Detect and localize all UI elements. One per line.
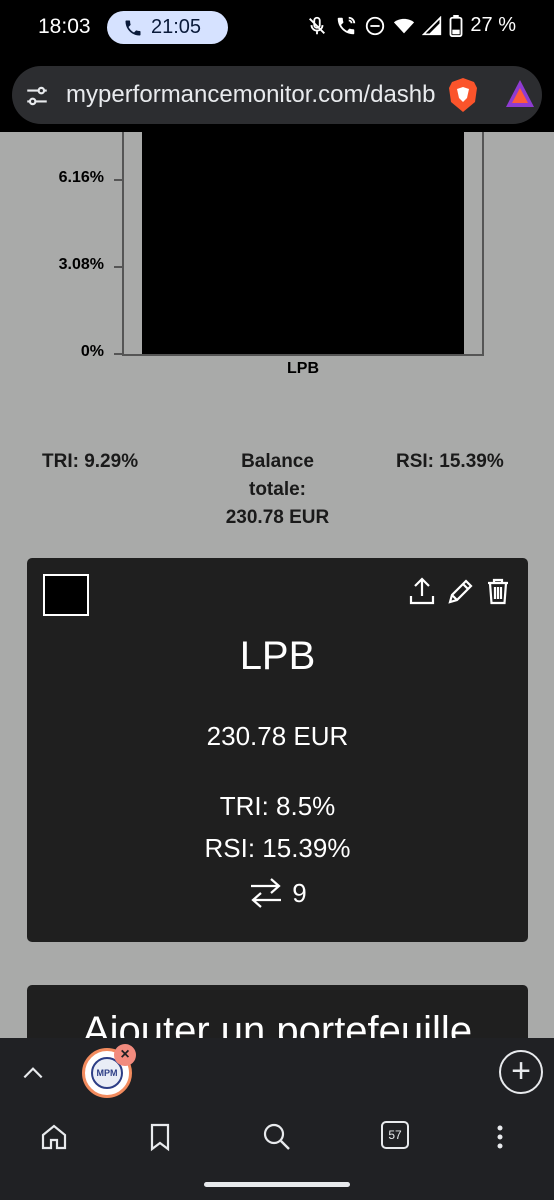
brave-rewards-icon[interactable] — [504, 78, 536, 110]
card-actions — [408, 576, 512, 606]
chevron-up-icon[interactable] — [20, 1060, 46, 1086]
pencil-icon — [448, 579, 473, 604]
tab-group-strip: MPM × + — [0, 1038, 554, 1110]
address-bar[interactable]: myperformancemonitor.com/dashboard — [12, 66, 542, 124]
chart-bar-lpb[interactable] — [142, 132, 464, 354]
call-timer: 21:05 — [151, 16, 202, 38]
portfolio-transactions: 9 — [27, 876, 528, 910]
mic-off-icon — [309, 16, 326, 34]
y-tick-mark — [114, 266, 122, 268]
total-tri: TRI: 9.29% — [42, 451, 139, 472]
close-tab-button[interactable]: × — [114, 1044, 136, 1066]
y-tick-label: 3.08% — [58, 256, 104, 273]
y-tick-label: 0% — [80, 343, 104, 360]
total-rsi: RSI: 15.39% — [396, 451, 504, 472]
balance-label-line1: Balance — [241, 451, 314, 472]
x-tick-label: LPB — [287, 360, 319, 377]
portfolio-rsi: RSI: 15.39% — [204, 833, 351, 863]
do-not-disturb-icon — [366, 16, 385, 35]
y-tick-label: 6.16% — [58, 169, 104, 186]
site-settings-icon[interactable] — [24, 83, 50, 109]
portfolio-color-swatch[interactable] — [43, 574, 89, 616]
portfolio-tri: TRI: 8.5% — [219, 791, 336, 821]
transaction-count: 9 — [292, 877, 307, 908]
y-tick-mark — [114, 353, 122, 355]
edit-button[interactable] — [446, 576, 474, 606]
status-icons: 27 % — [306, 14, 516, 37]
portfolio-chart: 6.16% 3.08% 0% LPB — [0, 132, 554, 392]
brave-shields-icon[interactable] — [447, 77, 479, 113]
portfolio-name: LPB — [239, 634, 316, 678]
bottom-toolbar: 57 — [0, 1110, 554, 1200]
balance-value: 230.78 EUR — [225, 507, 330, 528]
total-balance: Balance totale: 230.78 EUR — [200, 448, 355, 532]
y-tick-mark — [114, 179, 122, 181]
upload-icon — [409, 577, 435, 605]
wifi-call-icon — [338, 16, 356, 34]
battery-percentage: 27 % — [470, 14, 516, 36]
home-icon[interactable] — [39, 1122, 69, 1152]
portfolio-card[interactable]: LPB 230.78 EUR TRI: 8.5% RSI: 15.39% 9 — [27, 558, 528, 942]
transfer-arrows-icon — [251, 878, 282, 908]
more-options-icon[interactable] — [485, 1122, 515, 1152]
cell-signal-icon — [422, 15, 442, 35]
export-button[interactable] — [408, 576, 436, 606]
bookmark-icon[interactable] — [145, 1122, 175, 1152]
tab-switcher-button[interactable]: 57 — [381, 1121, 409, 1149]
browser-top-bar: myperformancemonitor.com/dashboard — [0, 56, 554, 132]
gesture-navigation-bar[interactable] — [204, 1182, 350, 1187]
wifi-icon — [394, 18, 415, 33]
phone-icon — [125, 20, 141, 35]
battery-icon — [449, 14, 463, 37]
status-time: 18:03 — [38, 15, 91, 38]
ongoing-call-pill[interactable]: 21:05 — [107, 11, 228, 44]
new-tab-button[interactable]: + — [499, 1050, 543, 1094]
status-bar: 18:03 21:05 27 % — [0, 0, 554, 56]
url-text[interactable]: myperformancemonitor.com/dashboard — [66, 81, 436, 109]
portfolio-amount: 230.78 EUR — [206, 721, 349, 751]
balance-label-line2: totale: — [249, 479, 306, 500]
trash-icon — [488, 578, 508, 605]
search-icon[interactable] — [262, 1122, 292, 1152]
delete-button[interactable] — [484, 576, 512, 606]
